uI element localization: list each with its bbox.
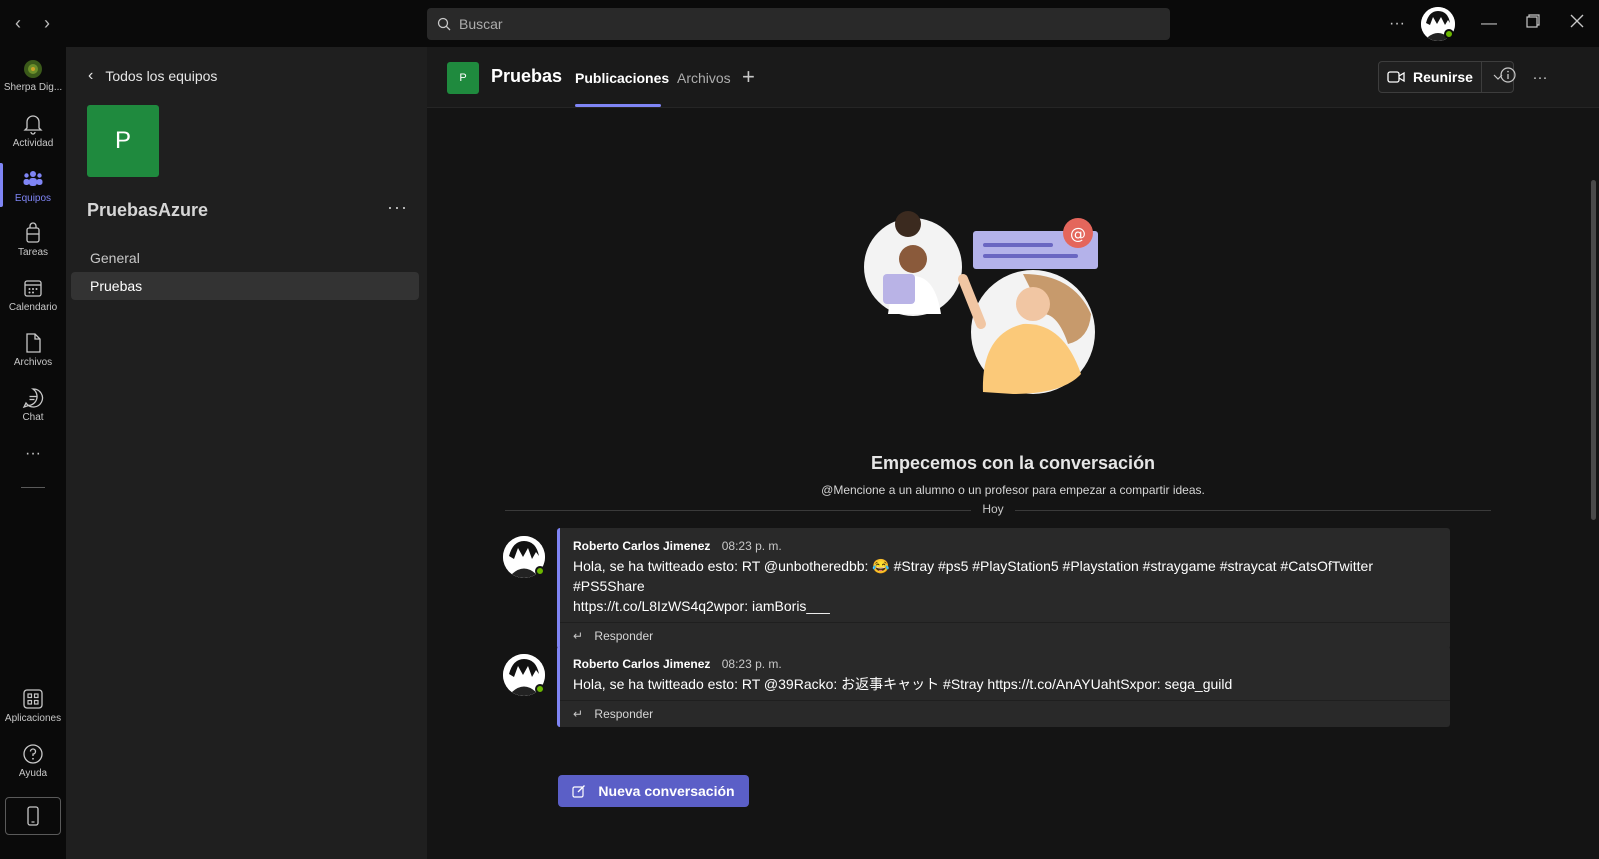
- apps-icon: [23, 689, 43, 709]
- org-switcher[interactable]: Sherpa Dig...: [0, 59, 66, 93]
- org-logo-icon: [24, 60, 42, 78]
- date-divider-right: [1015, 510, 1491, 511]
- rail-item-calendar[interactable]: Calendario: [0, 277, 66, 313]
- rail-divider: [21, 487, 45, 488]
- reply-button[interactable]: ↵ Responder: [560, 700, 1450, 727]
- mobile-phone-icon: [27, 806, 39, 826]
- empty-conversation-illustration: @: [864, 211, 1098, 394]
- back-label: Todos los equipos: [105, 68, 218, 84]
- active-tab-indicator: [575, 104, 661, 107]
- meet-label: Reunirse: [1413, 69, 1473, 85]
- rail-label-chat: Chat: [22, 412, 44, 423]
- reply-button[interactable]: ↵ Responder: [560, 622, 1450, 649]
- forward-arrow-icon[interactable]: ›: [36, 12, 58, 34]
- message-text-line: Hola, se ha twitteado esto: RT @39Racko:…: [573, 676, 1233, 692]
- presence-available-icon: [535, 566, 545, 576]
- channel-item-general[interactable]: General: [71, 244, 419, 272]
- more-apps-icon[interactable]: ···: [0, 445, 66, 463]
- minimize-icon[interactable]: —: [1477, 12, 1501, 36]
- message-author[interactable]: Roberto Carlos Jimenez: [573, 539, 710, 553]
- close-icon[interactable]: [1565, 12, 1589, 36]
- rail-item-assignments[interactable]: Tareas: [0, 222, 66, 258]
- help-icon: [23, 744, 43, 764]
- team-pane: ‹ Todos los equipos P PruebasAzure ··· G…: [66, 47, 427, 859]
- tab-posts[interactable]: Publicaciones: [575, 70, 669, 86]
- channel-header: P Pruebas Publicaciones Archivos + Reuni…: [427, 47, 1599, 108]
- team-name: PruebasAzure: [87, 200, 209, 220]
- message-card[interactable]: Roberto Carlos Jimenez 08:23 p. m. Hola,…: [557, 528, 1450, 649]
- svg-text:@: @: [1070, 224, 1086, 243]
- presence-available-icon: [535, 684, 545, 694]
- rail-item-files[interactable]: Archivos: [0, 332, 66, 368]
- add-tab-icon[interactable]: +: [742, 64, 755, 90]
- message-timestamp: 08:23 p. m.: [721, 657, 782, 671]
- app-rail: Sherpa Dig... Actividad Equipos Tareas C…: [0, 47, 66, 859]
- reply-label: Responder: [594, 707, 654, 721]
- rail-label-help: Ayuda: [18, 768, 48, 779]
- presence-available-icon: [1444, 29, 1454, 39]
- bell-icon: [23, 115, 43, 135]
- rail-label-calendar: Calendario: [8, 302, 58, 313]
- assignments-icon: [26, 222, 40, 243]
- message-body: Hola, se ha twitteado esto: RT @39Racko:…: [560, 671, 1450, 700]
- rail-label-activity: Actividad: [12, 138, 54, 149]
- message-card[interactable]: Roberto Carlos Jimenez 08:23 p. m. Hola,…: [557, 646, 1450, 727]
- rail-label-assignments: Tareas: [17, 247, 48, 258]
- more-icon[interactable]: ···: [1385, 12, 1409, 36]
- back-arrow-icon[interactable]: ‹: [7, 12, 29, 34]
- compose-icon: [572, 785, 586, 798]
- rail-item-activity[interactable]: Actividad: [0, 113, 66, 149]
- message-header: Roberto Carlos Jimenez 08:23 p. m.: [560, 646, 1450, 671]
- title-bar: ‹ › ··· —: [0, 0, 1599, 47]
- welcome-subtitle: @Mencione a un alumno o un profesor para…: [821, 483, 1205, 497]
- back-to-all-teams[interactable]: ‹ Todos los equipos: [88, 67, 217, 85]
- reply-arrow-icon: ↵: [573, 707, 584, 721]
- message-header: Roberto Carlos Jimenez 08:23 p. m.: [560, 528, 1450, 553]
- message-author[interactable]: Roberto Carlos Jimenez: [573, 657, 710, 671]
- channel-main: P Pruebas Publicaciones Archivos + Reuni…: [427, 47, 1599, 859]
- rail-item-help[interactable]: Ayuda: [0, 743, 66, 779]
- team-avatar: P: [87, 105, 159, 177]
- rail-item-chat[interactable]: Chat: [0, 387, 66, 423]
- channel-title: Pruebas: [491, 66, 563, 86]
- reply-arrow-icon: ↵: [573, 629, 584, 643]
- new-conversation-label: Nueva conversación: [598, 783, 735, 799]
- reply-label: Responder: [594, 629, 654, 643]
- more-options-icon[interactable]: ···: [1529, 67, 1551, 89]
- rail-item-apps[interactable]: Aplicaciones: [0, 688, 66, 724]
- scrollbar[interactable]: [1591, 180, 1596, 520]
- message-timestamp: 08:23 p. m.: [721, 539, 782, 553]
- rail-label-teams: Equipos: [14, 193, 52, 204]
- info-icon[interactable]: [1497, 67, 1519, 89]
- channel-avatar: P: [447, 62, 479, 94]
- file-icon: [26, 333, 41, 353]
- message-text-line: https://t.co/L8IzWS4q2wpor: iamBoris___: [573, 598, 830, 614]
- restore-icon[interactable]: [1521, 12, 1545, 36]
- date-divider-left: [505, 510, 971, 511]
- chevron-left-icon: ‹: [88, 67, 94, 84]
- calendar-icon: [24, 280, 42, 297]
- teams-icon: [23, 171, 43, 186]
- team-more-options-icon[interactable]: ···: [387, 197, 408, 218]
- search-box[interactable]: [427, 8, 1170, 40]
- date-divider-label: Hoy: [982, 502, 1004, 516]
- welcome-title: Empecemos con la conversación: [870, 453, 1156, 473]
- new-conversation-button[interactable]: Nueva conversación: [558, 775, 749, 807]
- channel-item-pruebas[interactable]: Pruebas: [71, 272, 419, 300]
- download-mobile-button[interactable]: [5, 797, 61, 835]
- search-input[interactable]: [459, 16, 1109, 32]
- meet-button[interactable]: Reunirse: [1378, 61, 1482, 93]
- rail-label-apps: Aplicaciones: [4, 713, 62, 724]
- rail-item-teams[interactable]: Equipos: [0, 168, 66, 204]
- chat-icon: [22, 388, 44, 409]
- rail-label-files: Archivos: [13, 357, 53, 368]
- message-body: Hola, se ha twitteado esto: RT @unbother…: [560, 553, 1450, 622]
- tab-files[interactable]: Archivos: [677, 70, 731, 86]
- video-camera-icon: [1387, 71, 1405, 83]
- org-label: Sherpa Dig...: [3, 82, 63, 93]
- message-text-line: Hola, se ha twitteado esto: RT @unbother…: [573, 558, 1373, 594]
- search-icon: [437, 17, 451, 31]
